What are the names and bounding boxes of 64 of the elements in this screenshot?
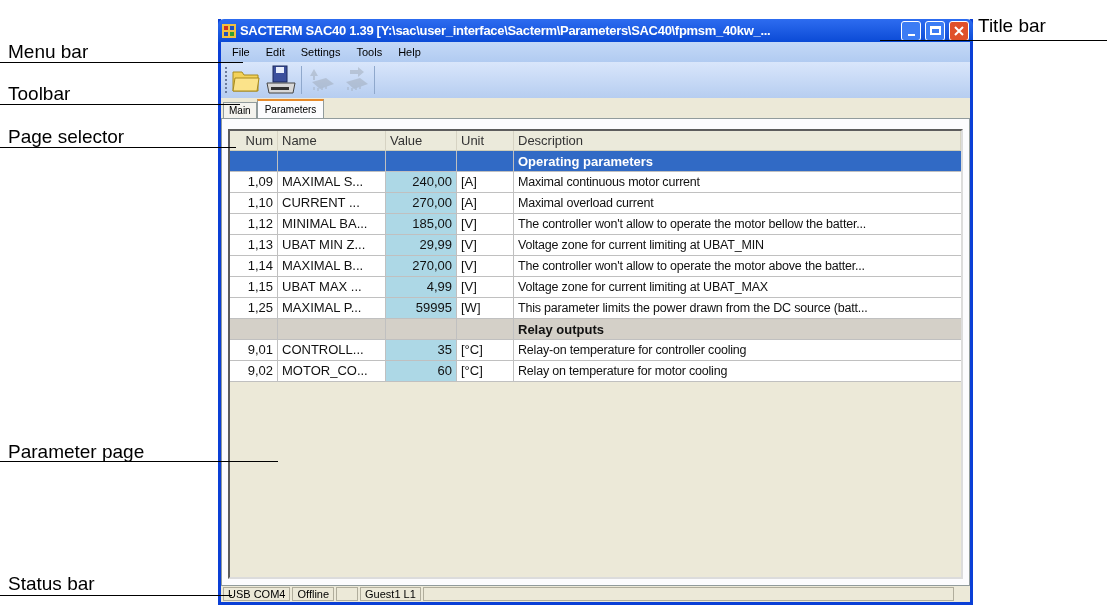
table-cell: [°C] [457, 340, 514, 360]
app-icon [222, 23, 236, 38]
table-cell: 1,13 [230, 235, 278, 255]
close-button[interactable] [949, 20, 969, 41]
callout-label: Toolbar [8, 82, 71, 106]
value-cell[interactable]: 185,00 [386, 214, 457, 234]
group-row[interactable]: Operating parameters [230, 151, 961, 172]
floppy-drive-icon[interactable] [265, 65, 297, 95]
table-cell: [W] [457, 298, 514, 318]
table-cell-text: Voltage zone for current limiting at UBAT_MIN [517, 237, 765, 254]
table-cell: [V] [457, 235, 514, 255]
value-cell[interactable]: 240,00 [386, 172, 457, 192]
maximize-button[interactable] [925, 20, 945, 41]
status-panel: Offline [292, 587, 335, 601]
table-cell-text: Relay-on temperature for controller cooling [517, 342, 748, 359]
window-title: SACTERM SAC40 1.39 [Y:\sac\user_interface\Sacterm\Parameters\SAC40\fpmsm_40kw_... [240, 21, 772, 40]
table-cell: [°C] [457, 361, 514, 381]
tab[interactable]: Parameters [256, 99, 325, 118]
status-panel: Guest1 L1 [360, 587, 421, 601]
value-cell[interactable]: 60 [386, 361, 457, 381]
value-cell[interactable]: 270,00 [386, 193, 457, 213]
table-cell-text: Voltage zone for current limiting at UBAT_MAX [517, 279, 769, 296]
menu-item[interactable]: Edit [258, 43, 292, 61]
table-cell: 1,12 [230, 214, 278, 234]
table-cell: 1,10 [230, 193, 278, 213]
table-cell: 1,09 [230, 172, 278, 192]
table-cell: [V] [457, 256, 514, 276]
value-cell[interactable]: 270,00 [386, 256, 457, 276]
table-cell: [V] [457, 214, 514, 234]
table-cell-text: Maximal continuous motor current [517, 174, 701, 191]
value-cell[interactable]: 4,99 [386, 277, 457, 297]
table-cell: [V] [457, 277, 514, 297]
menu-item[interactable]: Settings [293, 43, 348, 61]
status-panel [336, 587, 359, 601]
callout-label: Title bar [978, 14, 1046, 38]
table-cell: 1,15 [230, 277, 278, 297]
table-cell-text: Relay on temperature for motor cooling [517, 363, 729, 380]
callout-label: Parameter page [8, 440, 145, 464]
menu-item[interactable]: Help [391, 43, 428, 61]
group-row[interactable]: Relay outputs [230, 319, 961, 340]
table-cell-text: Maximal overload current [517, 195, 655, 212]
callout-label: Page selector [8, 125, 125, 149]
table-cell: 1,25 [230, 298, 278, 318]
callout-label: Status bar [8, 572, 95, 596]
group-title: Relay outputs [517, 321, 605, 339]
status-panel: USB COM4 [223, 587, 291, 601]
table-cell: [A] [457, 172, 514, 192]
table-cell-text: The controller won't allow to operate the motor above the batter... [517, 258, 866, 275]
table-cell: 9,02 [230, 361, 278, 381]
table-cell: 1,14 [230, 256, 278, 276]
value-cell[interactable]: 29,99 [386, 235, 457, 255]
close-icon [954, 25, 964, 36]
table-cell: 9,01 [230, 340, 278, 360]
callout-label: Menu bar [8, 40, 89, 64]
minimize-button[interactable] [901, 20, 921, 41]
table-cell: [A] [457, 193, 514, 213]
group-title: Operating parameters [517, 153, 655, 171]
table-cell-text: This parameter limits the power drawn from the DC source (batt... [517, 300, 869, 317]
menu-item[interactable]: Tools [349, 43, 390, 61]
value-cell[interactable]: 35 [386, 340, 457, 360]
table-cell-text: The controller won't allow to operate the motor bellow the batter... [517, 216, 867, 233]
menu-item[interactable]: File [225, 43, 257, 61]
tab[interactable]: Main [223, 102, 257, 118]
value-cell[interactable]: 59995 [386, 298, 457, 318]
